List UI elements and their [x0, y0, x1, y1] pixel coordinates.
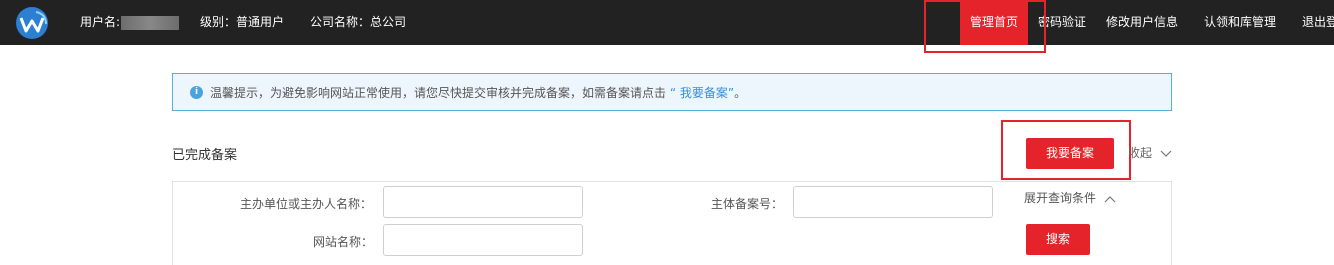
info-icon: i — [190, 86, 203, 99]
nav-item-logout[interactable]: 退出登 — [1302, 0, 1334, 45]
expand-query-label: 展开查询条件 — [1024, 191, 1097, 205]
chevron-up-icon — [1104, 195, 1116, 202]
username-masked-value — [121, 15, 180, 30]
site-name-label: 网站名称： — [313, 235, 374, 249]
notice-banner: i 温馨提示，为避免影响网站正常使用，请您尽快提交审核并完成备案，如需备案请点击… — [172, 73, 1172, 111]
notice-text: 温馨提示，为避免影响网站正常使用，请您尽快提交审核并完成备案，如需备案请点击 “… — [210, 74, 746, 112]
username-label: 用户名: — [80, 15, 121, 29]
notice-apply-link[interactable]: “ 我要备案” — [670, 86, 734, 100]
top-navigation-bar: 用户名: 级别：普通用户 公司名称：总公司 管理首页 密码验证 修改用户信息 认… — [0, 0, 1334, 45]
sponsor-name-input[interactable] — [383, 186, 583, 218]
notice-suffix: 。 — [734, 86, 747, 100]
record-number-label: 主体备案号： — [711, 197, 784, 211]
nav-item-edit-user-info[interactable]: 修改用户信息 — [1106, 0, 1178, 45]
brand-logo-icon — [16, 7, 48, 39]
collapse-label: 收起 — [1128, 146, 1153, 160]
username-info: 用户名: — [80, 0, 180, 45]
user-level: 级别：普通用户 — [200, 15, 285, 29]
expand-query-toggle[interactable]: 展开查询条件 — [1024, 189, 1116, 206]
record-number-input[interactable] — [793, 186, 993, 218]
search-panel — [172, 181, 1172, 265]
search-button[interactable]: 搜索 — [1026, 224, 1090, 255]
nav-item-claim-library[interactable]: 认领和库管理 — [1204, 0, 1276, 45]
highlight-box-nav — [924, 0, 1046, 53]
sponsor-name-label: 主办单位或主办人名称： — [240, 197, 373, 211]
collapse-toggle[interactable]: 收起 — [1128, 144, 1172, 161]
notice-prefix: 温馨提示，为避免影响网站正常使用，请您尽快提交审核并完成备案，如需备案请点击 — [210, 86, 667, 100]
company-name: 公司名称：总公司 — [310, 15, 407, 29]
site-name-input[interactable] — [383, 224, 583, 256]
chevron-down-icon — [1160, 150, 1172, 157]
highlight-box-apply — [1001, 120, 1131, 180]
section-title: 已完成备案 — [172, 148, 238, 163]
